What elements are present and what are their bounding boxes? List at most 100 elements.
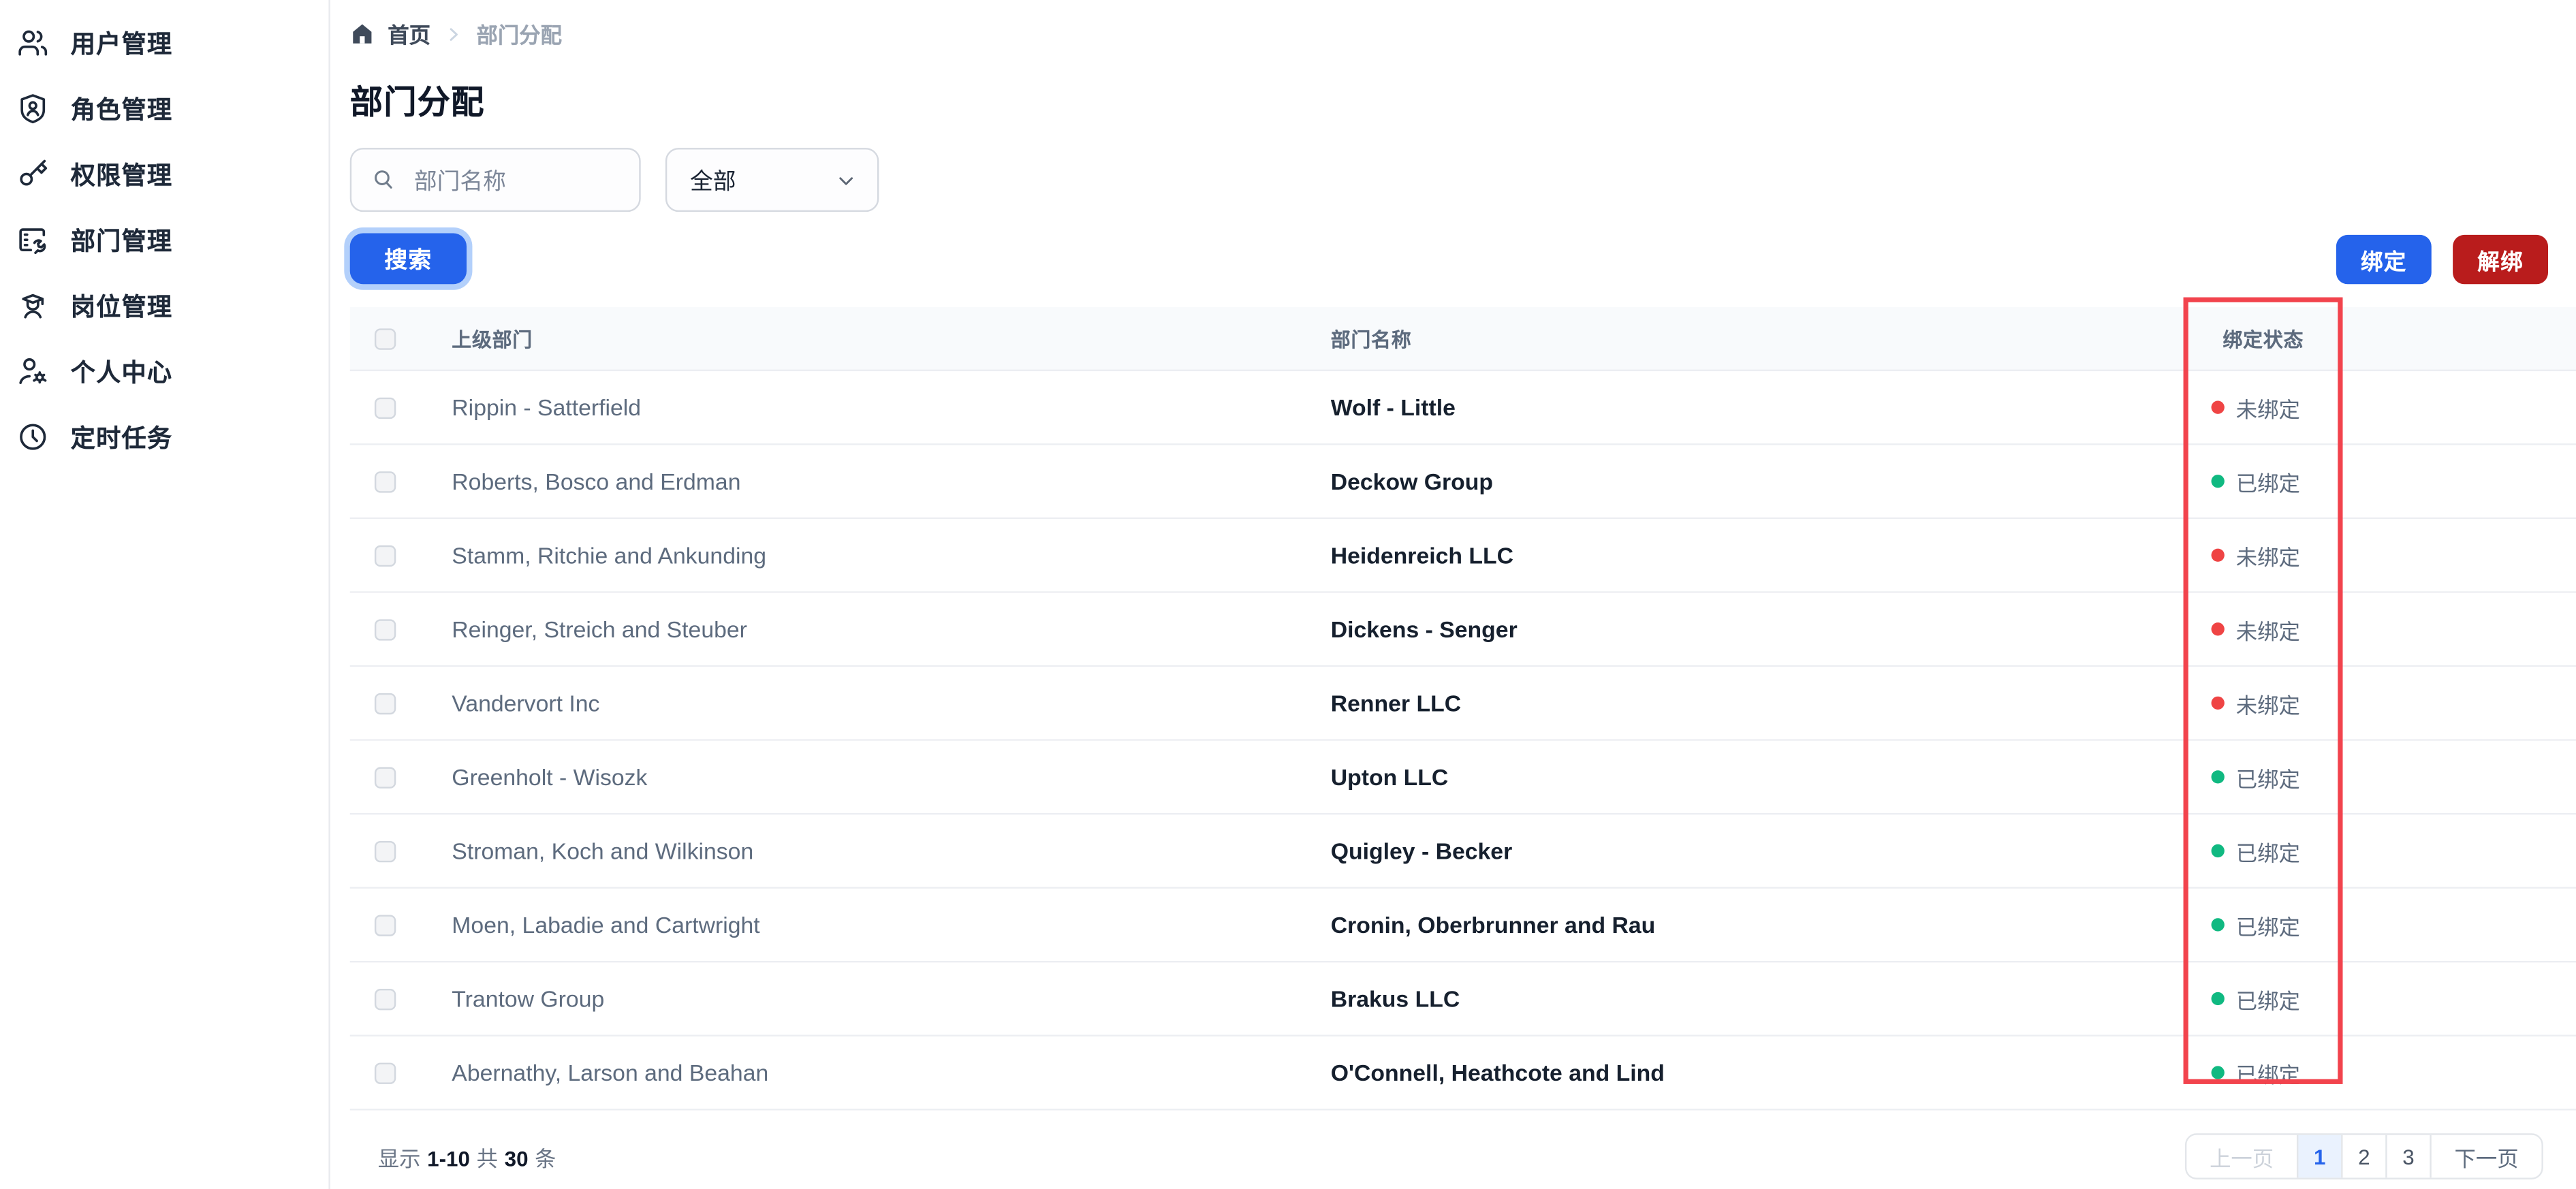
home-icon[interactable] [350, 21, 375, 46]
row-checkbox[interactable] [374, 692, 396, 714]
status-cell: 已绑定 [2211, 983, 2576, 1015]
chevron-right-icon [443, 24, 463, 44]
search-input[interactable] [411, 165, 620, 195]
bind-button[interactable]: 绑定 [2336, 234, 2432, 284]
sidebar-item-label: 角色管理 [70, 96, 173, 125]
department-name-cell: Cronin, Oberbrunner and Rau [1330, 911, 1656, 938]
column-header-status: 绑定状态 [2222, 328, 2304, 351]
row-checkbox[interactable] [374, 618, 396, 640]
row-checkbox[interactable] [374, 766, 396, 788]
pagination: 上一页 1 2 3 下一页 [2184, 1133, 2543, 1179]
table-row[interactable]: Greenholt - Wisozk Upton LLC 已绑定 [349, 740, 2576, 815]
parent-department-cell: Rippin - Satterfield [452, 394, 642, 421]
table-row[interactable]: Moen, Labadie and Cartwright Cronin, Obe… [349, 888, 2576, 963]
table-footer: 显示 1-10 共 30 条 上一页 1 2 3 下一页 [350, 1111, 2576, 1179]
previous-page-button[interactable]: 上一页 [2186, 1135, 2297, 1178]
search-button[interactable]: 搜索 [349, 233, 467, 285]
shield-user-icon [16, 92, 49, 125]
table-row[interactable]: Roberts, Bosco and Erdman Deckow Group 已… [349, 445, 2576, 520]
status-label: 已绑定 [2235, 1062, 2300, 1087]
search-icon [375, 170, 392, 189]
status-label: 未绑定 [2235, 692, 2300, 717]
status-dot-icon [2211, 1066, 2225, 1079]
filter-bar: 全部 [349, 148, 2576, 212]
page-button-2[interactable]: 2 [2341, 1135, 2386, 1178]
department-name-cell: Quigley - Becker [1330, 838, 1513, 864]
parent-department-cell: Greenholt - Wisozk [452, 763, 648, 791]
status-dot-icon [2211, 622, 2225, 636]
status-label: 已绑定 [2235, 914, 2300, 939]
department-name-cell: O'Connell, Heathcote and Lind [1330, 1059, 1665, 1086]
sidebar-item-personal-center[interactable]: 个人中心 [0, 338, 328, 404]
sidebar-item-scheduled-tasks[interactable]: 定时任务 [0, 404, 328, 469]
clock-icon [16, 420, 49, 453]
table-row[interactable]: Stamm, Ritchie and Ankunding Heidenreich… [349, 519, 2576, 593]
select-all-checkbox[interactable] [374, 328, 396, 349]
breadcrumb: 首页 部门分配 [350, 18, 2576, 50]
department-name-cell: Brakus LLC [1330, 985, 1460, 1012]
sidebar-item-user-management[interactable]: 用户管理 [0, 10, 328, 75]
screen: 用户管理 角色管理 权限管理 部门管理 岗位管理 个人中心 定时任务 首页 部门… [0, 0, 2576, 1189]
column-header-name: 部门名称 [1330, 328, 1412, 351]
bulk-actions: 绑定 解绑 [2336, 234, 2549, 284]
breadcrumb-current: 部门分配 [476, 22, 562, 48]
row-checkbox[interactable] [374, 544, 396, 566]
row-checkbox[interactable] [374, 987, 396, 1010]
users-icon [16, 27, 49, 59]
sidebar-item-position-management[interactable]: 岗位管理 [0, 272, 328, 338]
status-cell: 已绑定 [2211, 836, 2576, 867]
sidebar-item-label: 部门管理 [70, 227, 173, 256]
table-row[interactable]: Stroman, Koch and Wilkinson Quigley - Be… [349, 814, 2576, 889]
status-label: 未绑定 [2235, 544, 2300, 569]
breadcrumb-home-link[interactable]: 首页 [388, 18, 430, 50]
table-row[interactable]: Vandervort Inc Renner LLC 未绑定 [349, 667, 2576, 741]
department-name-cell: Heidenreich LLC [1330, 541, 1514, 569]
department-name-cell: Deckow Group [1330, 468, 1494, 495]
sidebar-item-department-management[interactable]: 部门管理 [0, 207, 328, 272]
status-dot-icon [2211, 400, 2225, 414]
department-name-search-field[interactable] [349, 148, 641, 212]
table-row[interactable]: Rippin - Satterfield Wolf - Little 未绑定 [349, 371, 2576, 445]
key-icon [16, 158, 49, 191]
status-label: 已绑定 [2235, 840, 2300, 865]
table-row[interactable]: Trantow Group Brakus LLC 已绑定 [349, 962, 2576, 1036]
table-row[interactable]: Abernathy, Larson and Beahan O'Connell, … [349, 1036, 2576, 1111]
status-cell: 已绑定 [2211, 466, 2576, 497]
status-cell: 未绑定 [2211, 539, 2576, 571]
status-filter-select[interactable]: 全部 [665, 148, 879, 212]
status-cell: 未绑定 [2211, 392, 2576, 423]
department-name-cell: Dickens - Senger [1330, 616, 1518, 643]
parent-department-cell: Roberts, Bosco and Erdman [452, 468, 741, 495]
unbind-button[interactable]: 解绑 [2453, 234, 2549, 284]
sidebar-item-permission-management[interactable]: 权限管理 [0, 141, 328, 206]
status-dot-icon [2211, 696, 2225, 710]
row-checkbox[interactable] [374, 471, 396, 492]
table-row[interactable]: Reinger, Streich and Steuber Dickens - S… [349, 592, 2576, 667]
departments-table: 上级部门 部门名称 绑定状态 Rippin - Satterfield Wolf… [349, 307, 2576, 1111]
page-button-3[interactable]: 3 [2385, 1135, 2430, 1178]
sidebar-item-label: 岗位管理 [70, 293, 173, 321]
status-label: 已绑定 [2235, 766, 2300, 791]
parent-department-cell: Stroman, Koch and Wilkinson [452, 838, 754, 864]
status-label: 已绑定 [2235, 471, 2300, 496]
status-cell: 未绑定 [2211, 614, 2576, 645]
sidebar-item-label: 用户管理 [70, 30, 173, 59]
row-checkbox[interactable] [374, 396, 396, 418]
sidebar: 用户管理 角色管理 权限管理 部门管理 岗位管理 个人中心 定时任务 [0, 0, 330, 1189]
parent-department-cell: Stamm, Ritchie and Ankunding [452, 541, 767, 569]
table-body: Rippin - Satterfield Wolf - Little 未绑定 R… [349, 371, 2576, 1111]
status-cell: 未绑定 [2211, 687, 2576, 718]
status-dot-icon [2211, 770, 2225, 784]
graduate-user-icon [16, 289, 49, 322]
chevron-down-icon [839, 176, 853, 185]
parent-department-cell: Trantow Group [452, 985, 605, 1012]
row-checkbox[interactable] [374, 914, 396, 936]
range-shown: 1-10 [427, 1145, 470, 1171]
row-checkbox[interactable] [374, 840, 396, 862]
row-checkbox[interactable] [374, 1062, 396, 1083]
sidebar-item-role-management[interactable]: 角色管理 [0, 76, 328, 141]
status-cell: 已绑定 [2211, 1057, 2576, 1088]
page-button-1[interactable]: 1 [2296, 1135, 2342, 1178]
parent-department-cell: Vandervort Inc [452, 690, 600, 716]
next-page-button[interactable]: 下一页 [2430, 1135, 2542, 1178]
